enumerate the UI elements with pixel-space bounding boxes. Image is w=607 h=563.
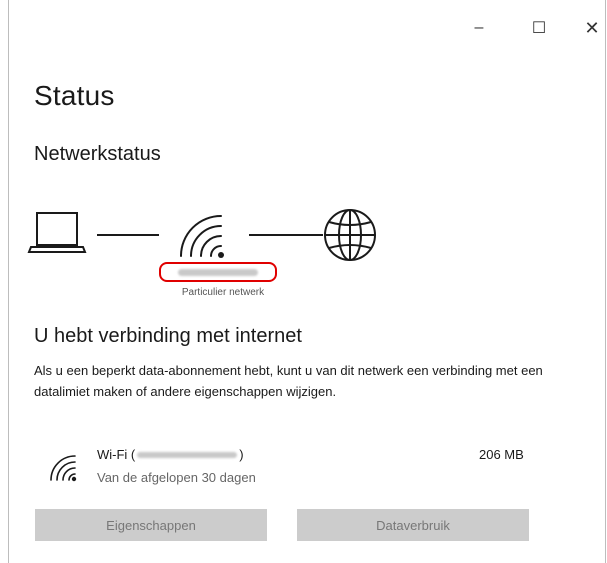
globe-icon <box>324 209 376 261</box>
network-diagram <box>27 209 376 261</box>
wifi-name-redacted <box>137 451 238 458</box>
wifi-period-label: Van de afgelopen 30 dagen <box>97 470 256 485</box>
close-button[interactable]: ✕ <box>572 14 607 42</box>
wifi-connection-name: Wi-Fi ( ) <box>97 447 244 462</box>
wifi-usage-value: 206 MB <box>479 447 524 462</box>
laptop-icon <box>27 212 87 253</box>
section-title: Netwerkstatus <box>34 143 161 165</box>
wifi-name-prefix: Wi-Fi ( <box>97 447 136 462</box>
maximize-icon: ☐ <box>531 20 547 37</box>
wifi-small-icon <box>50 455 77 482</box>
network-name-redacted <box>178 268 258 276</box>
connection-status-title: U hebt verbinding met internet <box>34 325 302 347</box>
properties-button[interactable]: Eigenschappen <box>35 509 267 541</box>
close-icon: ✕ <box>584 17 600 38</box>
minimize-icon: – <box>474 19 484 36</box>
settings-window: – ☐ ✕ Status Netwerkstatus Particulier n… <box>8 0 606 563</box>
minimize-button[interactable]: – <box>459 14 499 42</box>
maximize-button[interactable]: ☐ <box>519 14 559 42</box>
connection-description: Als u een beperkt data-abonnement hebt, … <box>34 363 543 399</box>
network-type-label: Particulier netwerk <box>181 287 265 298</box>
wifi-name-suffix: ) <box>239 447 244 462</box>
page-title: Status <box>34 80 115 111</box>
data-usage-button[interactable]: Dataverbruik <box>297 509 529 541</box>
wifi-icon <box>180 215 224 258</box>
network-name-highlight <box>159 262 277 282</box>
